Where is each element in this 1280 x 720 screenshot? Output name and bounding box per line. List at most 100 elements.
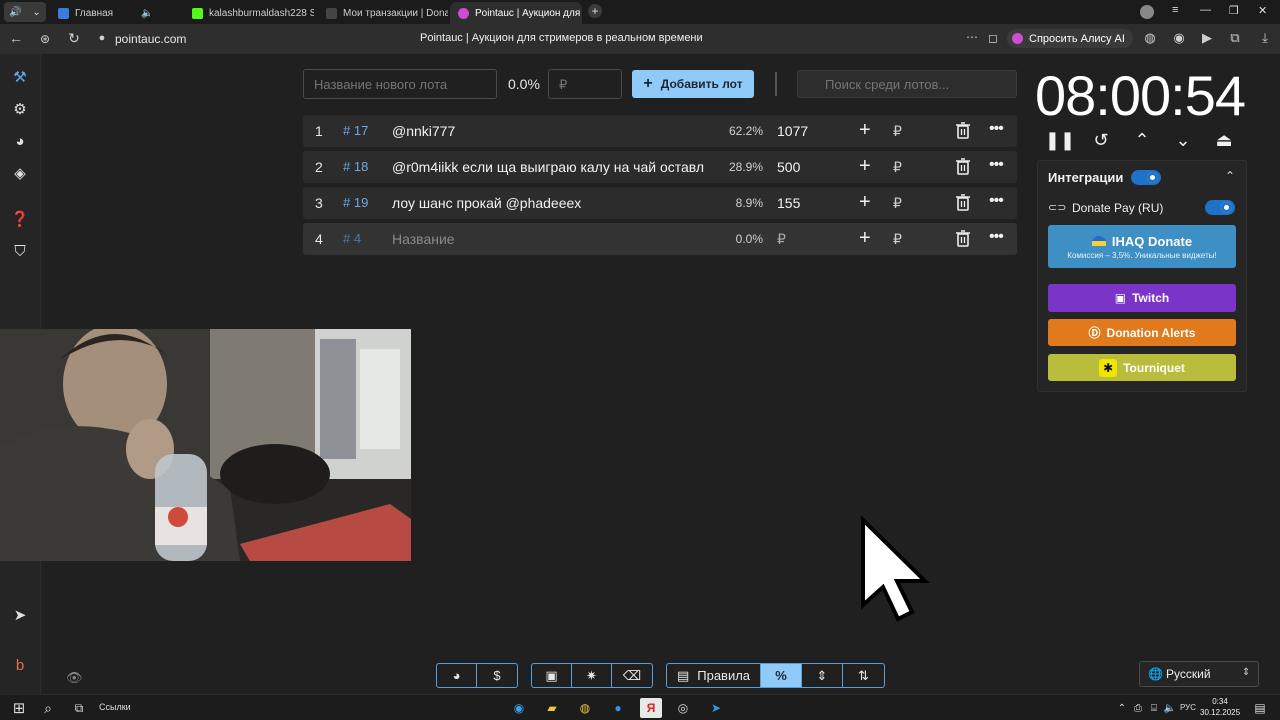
lot-name[interactable]: @r0m4iikk если ща выиграю калу на чай ос… <box>392 159 708 175</box>
protect-icon[interactable]: ⊛ <box>36 32 54 46</box>
collections-icon[interactable]: ⧉ <box>1226 30 1244 46</box>
windows-start-icon[interactable]: ⊞ <box>9 698 29 718</box>
bookmark-icon[interactable]: ◻ <box>984 31 1002 45</box>
add-amount-button[interactable]: + <box>859 191 871 214</box>
trash-icon[interactable] <box>956 230 970 247</box>
download-icon[interactable]: ⤓ <box>1256 30 1274 46</box>
tab-donate[interactable]: Мои транзакции | Donate <box>318 2 448 24</box>
back-icon[interactable]: ← <box>7 30 25 46</box>
play-icon[interactable]: ▶ <box>1198 30 1216 46</box>
boosty-icon[interactable]: b <box>9 654 31 676</box>
collapse-up-icon[interactable]: ⏏ <box>1212 128 1236 152</box>
extension-icon[interactable]: ◉ <box>1170 30 1188 46</box>
chevron-up-icon[interactable]: ⌃ <box>1225 169 1235 183</box>
ihaq-donate-button[interactable]: IHAQ Donate Комиссия – 3,5%. Уникальные … <box>1048 225 1236 268</box>
tab-kick[interactable]: kalashburmaldash228 Str <box>184 2 314 24</box>
url-field[interactable]: pointauc.com <box>115 32 186 46</box>
lot-id[interactable]: # 17 <box>343 123 368 138</box>
lot-amount[interactable]: ₽ <box>777 231 786 248</box>
lot-id[interactable]: # 4 <box>343 231 361 246</box>
compress-icon[interactable]: ⇕ <box>802 664 843 687</box>
language-select[interactable]: 🌐 Русский ⇕ <box>1139 661 1259 687</box>
decrease-time-icon[interactable]: ⌄ <box>1171 128 1195 152</box>
bug-icon[interactable]: ✷ <box>572 664 612 687</box>
task-view-icon[interactable]: ⧉ <box>69 698 89 718</box>
search-lots-input[interactable] <box>797 70 1017 98</box>
volume-icon[interactable]: 🔈 <box>1160 698 1180 718</box>
chevron-down-icon[interactable]: ⌄ <box>32 7 40 18</box>
restore-icon[interactable]: ❐ <box>1229 4 1239 17</box>
gear-icon[interactable]: ⚙ <box>9 98 31 120</box>
reset-icon[interactable]: ↺ <box>1089 128 1113 152</box>
trash-icon[interactable] <box>956 158 970 175</box>
save-icon[interactable]: ▣ <box>532 664 572 687</box>
lot-id[interactable]: # 19 <box>343 195 368 210</box>
mute-icon[interactable]: 🔈 <box>141 8 150 19</box>
explorer-icon[interactable]: ▰ <box>542 698 562 718</box>
telegram-icon[interactable]: ➤ <box>706 698 726 718</box>
lot-id[interactable]: # 18 <box>343 159 368 174</box>
sound-icon[interactable]: 🔊 ⌄ <box>4 2 46 22</box>
clear-list-icon[interactable]: ⌫ <box>612 664 652 687</box>
ask-alice-button[interactable]: Спросить Алису AI <box>1007 29 1133 48</box>
rules-button[interactable]: ▤ Правила <box>667 664 761 687</box>
donation-alerts-button[interactable]: Ⓓ Donation Alerts <box>1048 319 1236 346</box>
edge-icon[interactable]: ◉ <box>509 698 529 718</box>
increase-time-icon[interactable]: ⌃ <box>1130 128 1154 152</box>
app-icon[interactable]: ● <box>608 698 628 718</box>
add-lot-button[interactable]: + Добавить лот <box>632 70 754 98</box>
close-window-icon[interactable]: ✕ <box>1258 4 1267 17</box>
lot-name[interactable]: Название <box>392 231 708 247</box>
lot-amount[interactable]: 500 <box>777 159 800 175</box>
chrome-icon[interactable]: ◍ <box>575 698 595 718</box>
notifications-icon[interactable]: ▤ <box>1250 698 1270 718</box>
more-options-icon[interactable]: ••• <box>989 156 1004 174</box>
new-lot-amount-input[interactable] <box>548 69 622 99</box>
pause-icon[interactable]: ❚❚ <box>1045 128 1075 152</box>
telegram-icon[interactable]: ➤ <box>9 604 31 626</box>
donatepay-toggle[interactable] <box>1205 200 1235 215</box>
gavel-icon[interactable]: ⚒ <box>9 66 31 88</box>
tab-home[interactable]: Главная 🔈 ✕ <box>50 2 150 24</box>
eye-icon[interactable]: 👁 <box>66 670 83 686</box>
layers-icon[interactable]: ◈ <box>9 162 31 184</box>
links-toolbar[interactable]: Ссылки <box>99 702 131 712</box>
tourniquet-button[interactable]: ✱ Tourniquet <box>1048 354 1236 381</box>
sort-icon[interactable]: ⇅ <box>843 664 884 687</box>
site-info-icon[interactable]: ● <box>93 32 111 44</box>
add-amount-button[interactable]: + <box>859 119 871 142</box>
globe-icon[interactable]: ◍ <box>1141 30 1159 46</box>
taskbar-clock[interactable]: 0:34 30.12.2025 <box>1200 696 1240 718</box>
lot-amount[interactable]: 1077 <box>777 123 808 139</box>
tab-pointauc[interactable]: Pointauc | Аукцион для ✕ <box>450 2 582 24</box>
add-amount-button[interactable]: + <box>859 155 871 178</box>
wheel-icon[interactable]: ◕ <box>9 130 31 152</box>
input-language[interactable]: РУС <box>1180 703 1196 712</box>
github-icon[interactable]: ◕ <box>437 664 477 687</box>
minimize-icon[interactable]: — <box>1200 4 1211 16</box>
more-options-icon[interactable]: ••• <box>989 228 1004 246</box>
help-icon[interactable]: ❓ <box>9 208 31 230</box>
lot-amount[interactable]: 155 <box>777 195 800 211</box>
lot-name[interactable]: @nnki777 <box>392 123 708 139</box>
more-options-icon[interactable]: ••• <box>989 192 1004 210</box>
lot-name[interactable]: лоу шанс прокай @phadeeex <box>392 195 708 211</box>
trash-icon[interactable] <box>956 194 970 211</box>
obs-icon[interactable]: ◎ <box>673 698 693 718</box>
shield-icon[interactable]: ⛉ <box>9 240 31 262</box>
more-icon[interactable]: ⋯ <box>963 30 981 44</box>
donate-dollar-icon[interactable]: $ <box>477 664 517 687</box>
new-lot-name-input[interactable] <box>303 69 497 99</box>
percent-toggle[interactable]: % <box>761 664 802 687</box>
menu-icon[interactable]: ≡ <box>1172 4 1178 16</box>
more-options-icon[interactable]: ••• <box>989 120 1004 138</box>
profile-icon[interactable] <box>1140 5 1154 19</box>
yandex-browser-icon[interactable]: Я <box>640 698 662 718</box>
new-tab-button[interactable]: + <box>588 4 602 18</box>
twitch-button[interactable]: ▣ Twitch <box>1048 284 1236 312</box>
integrations-toggle[interactable] <box>1131 170 1161 185</box>
reload-icon[interactable]: ↻ <box>65 30 83 47</box>
trash-icon[interactable] <box>956 122 970 139</box>
add-amount-button[interactable]: + <box>859 227 871 250</box>
search-icon[interactable]: ⌕ <box>38 698 58 718</box>
